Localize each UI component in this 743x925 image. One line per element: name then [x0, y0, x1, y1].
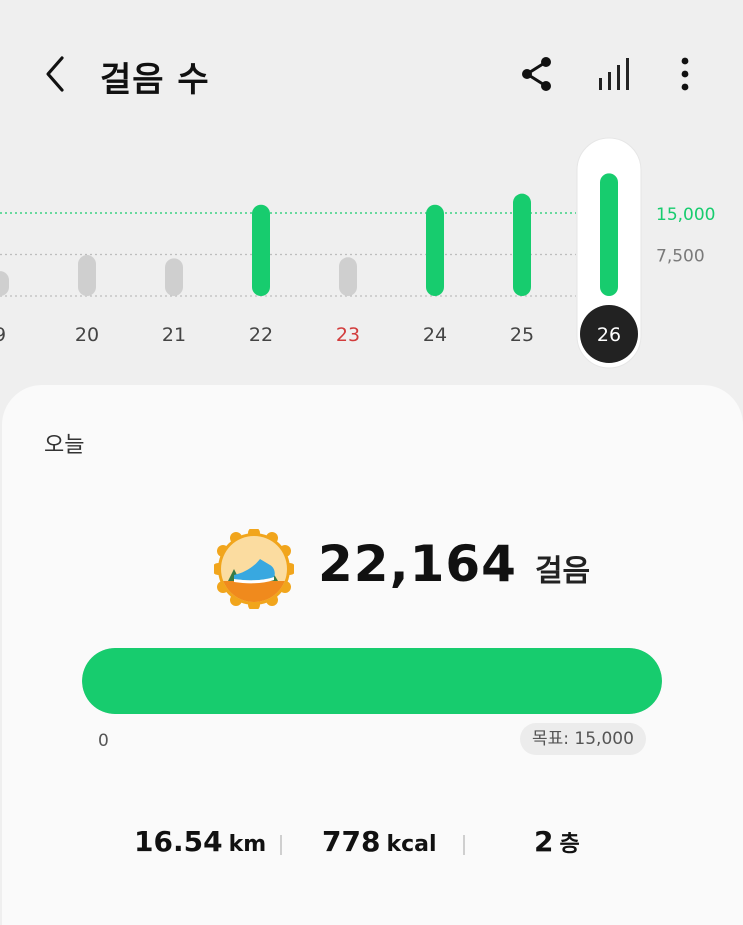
steps-unit: 걸음 — [534, 554, 591, 589]
steps-count: 22,164 — [318, 535, 517, 593]
calories-value: 778 — [322, 825, 381, 858]
bar-24 — [426, 204, 444, 296]
calories-unit: kcal — [386, 832, 437, 857]
x-tick-label: 23 — [336, 324, 360, 346]
y-tick-label: 15,000 — [656, 205, 715, 225]
page-title: 걸음 수 — [100, 60, 210, 100]
distance-value: 16.54 — [134, 825, 223, 858]
calories-stat: 778 kcal — [322, 825, 437, 858]
goal-label[interactable]: 목표: 15,000 — [520, 723, 646, 755]
steps-progress-bar — [82, 648, 662, 714]
x-tick-label: 22 — [249, 324, 273, 346]
bar-23 — [339, 257, 357, 296]
x-tick-label: 26 — [597, 324, 621, 346]
bar-21 — [165, 258, 183, 296]
top-app-bar: 걸음 수 — [0, 0, 743, 150]
floors-value: 2 — [534, 825, 554, 858]
x-tick-label: 25 — [510, 324, 534, 346]
bar-chart-icon — [599, 58, 629, 90]
x-tick-label: 24 — [423, 324, 447, 346]
today-card: 오늘 22,164 걸음 0 목표: 15,000 16.54 km 778 k… — [2, 385, 743, 925]
daily-steps-chart: 15,000 7,500 9 20 21 22 23 24 25 26 — [0, 130, 743, 380]
more-options-button[interactable] — [663, 52, 707, 96]
x-tick-label: 9 — [0, 324, 6, 346]
share-icon — [522, 57, 551, 91]
progress-fill — [82, 648, 662, 714]
distance-stat: 16.54 km — [134, 825, 266, 858]
share-button[interactable] — [515, 52, 559, 96]
bar-22 — [252, 204, 270, 296]
floors-stat: 2층 — [534, 825, 580, 858]
back-button[interactable] — [38, 52, 78, 96]
more-vertical-icon — [681, 57, 689, 91]
x-tick-label: 20 — [75, 324, 99, 346]
distance-unit: km — [228, 832, 267, 857]
bar-20 — [78, 255, 96, 296]
x-tick-label: 21 — [162, 324, 186, 346]
trends-button[interactable] — [593, 52, 637, 96]
stats-row: 16.54 km 778 kcal 2층 — [2, 825, 743, 865]
today-steps: 22,164 걸음 — [318, 535, 590, 593]
chevron-left-icon — [46, 56, 64, 92]
divider — [463, 835, 465, 855]
today-label: 오늘 — [44, 433, 85, 458]
bar-26 — [600, 173, 618, 296]
goal-badge — [212, 527, 296, 611]
chart-svg: 15,000 7,500 9 20 21 22 23 24 25 26 — [0, 137, 715, 369]
floors-unit: 층 — [559, 832, 580, 857]
progress-min-label: 0 — [98, 731, 109, 751]
bar-9 — [0, 271, 9, 296]
divider — [280, 835, 282, 855]
bar-25 — [513, 193, 531, 296]
running-shoe-medal-icon — [212, 527, 296, 611]
y-tick-label: 7,500 — [656, 247, 705, 267]
